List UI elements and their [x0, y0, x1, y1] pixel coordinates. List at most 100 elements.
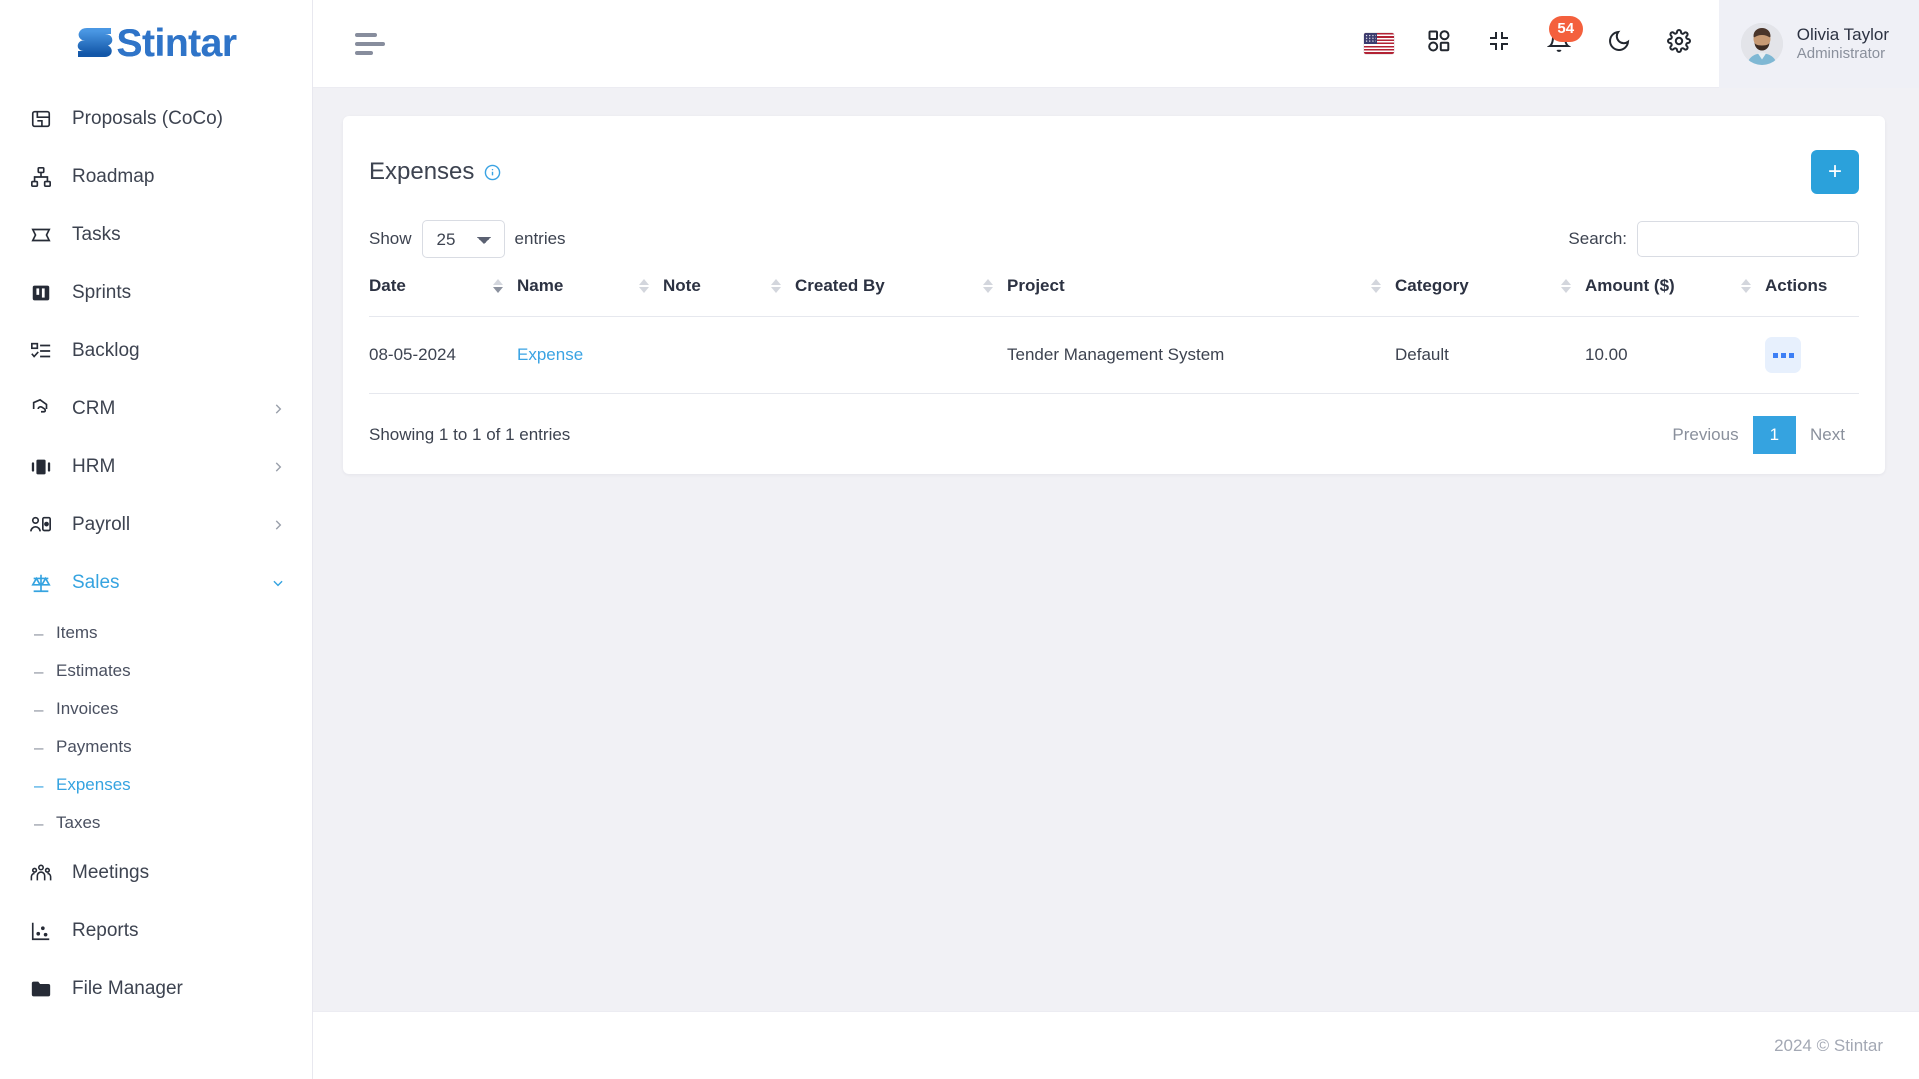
- top-navbar: 54 Olivia Taylor Administrator: [313, 0, 1919, 88]
- submenu-item-payments[interactable]: – Payments: [0, 728, 312, 766]
- submenu-item-label: Payments: [56, 737, 132, 756]
- submenu-item-label: Invoices: [56, 699, 119, 718]
- dash-bullet-icon: –: [34, 775, 44, 795]
- tasks-icon: [28, 222, 54, 248]
- column-label: Actions: [1765, 276, 1828, 296]
- page-footer: 2024 © Stintar: [313, 1011, 1919, 1079]
- user-role: Administrator: [1796, 44, 1886, 62]
- sidebar: Stintar Proposals (CoCo) Roadmap Tasks S…: [0, 0, 313, 1079]
- pagination: Previous 1 Next: [1658, 416, 1859, 455]
- column-header-note[interactable]: Note: [663, 276, 795, 318]
- sidebar-item-sales[interactable]: Sales: [0, 554, 312, 612]
- submenu-item-invoices[interactable]: – Invoices: [0, 690, 312, 728]
- sidebar-item-reports[interactable]: Reports: [0, 902, 312, 960]
- sidebar-item-file-manager[interactable]: File Manager: [0, 960, 312, 1018]
- column-header-category[interactable]: Category: [1395, 276, 1585, 318]
- cell-amount: 10.00: [1585, 316, 1765, 395]
- backlog-icon: [28, 338, 54, 364]
- cell-actions: [1765, 316, 1859, 395]
- submenu-item-expenses[interactable]: – Expenses: [0, 766, 312, 804]
- reports-icon: [28, 918, 54, 944]
- copyright-text: 2024 © Stintar: [1774, 1035, 1883, 1055]
- theme-toggle[interactable]: [1589, 14, 1649, 74]
- column-header-amount[interactable]: Amount ($): [1585, 276, 1765, 318]
- pagination-previous[interactable]: Previous: [1658, 416, 1752, 454]
- column-header-date[interactable]: Date: [369, 276, 517, 318]
- pagination-page-1[interactable]: 1: [1752, 416, 1797, 455]
- table-header-row: Date Name Note Created By Project Catego…: [369, 276, 1859, 318]
- card-header: Expenses +: [343, 116, 1885, 212]
- sidebar-item-tasks[interactable]: Tasks: [0, 206, 312, 264]
- sidebar-item-hrm[interactable]: HRM: [0, 438, 312, 496]
- moon-icon: [1607, 29, 1631, 58]
- hamburger-icon[interactable]: [355, 31, 389, 57]
- page-title-text: Expenses: [369, 158, 475, 186]
- sidebar-item-meetings[interactable]: Meetings: [0, 844, 312, 902]
- show-label: Show: [369, 229, 412, 249]
- add-expense-button[interactable]: +: [1811, 150, 1859, 195]
- table-head: Date Name Note Created By Project Catego…: [369, 276, 1859, 318]
- chevron-right-icon: [270, 401, 286, 417]
- column-header-created-by[interactable]: Created By: [795, 276, 1007, 318]
- column-header-name[interactable]: Name: [517, 276, 663, 318]
- pagination-next[interactable]: Next: [1796, 416, 1859, 454]
- sprints-icon: [28, 280, 54, 306]
- apps-button[interactable]: [1409, 14, 1469, 74]
- sidebar-item-label: Reports: [72, 920, 139, 941]
- submenu-item-label: Estimates: [56, 661, 131, 680]
- column-label: Created By: [795, 276, 885, 296]
- sort-arrows-icon: [1371, 276, 1381, 296]
- submenu-item-taxes[interactable]: – Taxes: [0, 804, 312, 842]
- settings-button[interactable]: [1649, 14, 1709, 74]
- sidebar-nav: Proposals (CoCo) Roadmap Tasks Sprints B…: [0, 88, 312, 1018]
- row-actions-button[interactable]: [1765, 337, 1801, 374]
- search-input[interactable]: [1637, 221, 1859, 258]
- notifications-button[interactable]: 54: [1529, 14, 1589, 74]
- fullscreen-toggle[interactable]: [1469, 14, 1529, 74]
- table-search: Search:: [1568, 221, 1859, 258]
- submenu-item-items[interactable]: – Items: [0, 614, 312, 652]
- cell-created-by: [795, 316, 1007, 395]
- sidebar-item-backlog[interactable]: Backlog: [0, 322, 312, 380]
- sidebar-item-roadmap[interactable]: Roadmap: [0, 148, 312, 206]
- sidebar-item-label: CRM: [72, 398, 116, 419]
- user-profile-menu[interactable]: Olivia Taylor Administrator: [1718, 0, 1919, 88]
- entries-per-page-select[interactable]: 10 25 50 100: [421, 220, 505, 259]
- sort-arrows-icon: [493, 276, 503, 296]
- chevron-right-icon: [270, 459, 286, 475]
- stintar-s-mark-icon: [75, 23, 115, 65]
- table-row: 08-05-2024 Expense Tender Management Sys…: [369, 316, 1859, 395]
- submenu-item-label: Taxes: [56, 813, 101, 832]
- sidebar-item-label: File Manager: [72, 978, 183, 999]
- page-title: Expenses: [369, 158, 501, 186]
- table-body: 08-05-2024 Expense Tender Management Sys…: [369, 316, 1859, 395]
- expense-name-link[interactable]: Expense: [517, 345, 583, 364]
- column-label: Amount ($): [1585, 276, 1675, 296]
- submenu-item-estimates[interactable]: – Estimates: [0, 652, 312, 690]
- payroll-icon: [28, 512, 54, 538]
- language-selector[interactable]: [1349, 14, 1409, 74]
- sidebar-item-crm[interactable]: CRM: [0, 380, 312, 438]
- dash-bullet-icon: –: [34, 737, 44, 757]
- dash-bullet-icon: –: [34, 813, 44, 833]
- sort-arrows-icon: [1741, 276, 1751, 296]
- sidebar-item-payroll[interactable]: Payroll: [0, 496, 312, 554]
- avatar: [1740, 22, 1783, 65]
- table-footer: Showing 1 to 1 of 1 entries Previous 1 N…: [343, 394, 1885, 456]
- sort-arrows-icon: [1561, 276, 1571, 296]
- show-entries-control: Show 10 25 50 100 entries: [369, 220, 566, 259]
- sidebar-item-label: Roadmap: [72, 166, 155, 187]
- expenses-card: Expenses + Show 10 25: [343, 116, 1885, 475]
- sidebar-item-label: Proposals (CoCo): [72, 108, 223, 129]
- crm-icon: [28, 396, 54, 422]
- sidebar-item-label: Backlog: [72, 340, 140, 361]
- sidebar-item-label: Sales: [72, 572, 120, 593]
- topbar-icons: 54 Olivia Taylor Administrator: [1349, 0, 1919, 88]
- folder-icon: [28, 976, 54, 1002]
- info-circle-icon[interactable]: [484, 164, 501, 181]
- brand-logo[interactable]: Stintar: [0, 0, 312, 88]
- sidebar-item-sprints[interactable]: Sprints: [0, 264, 312, 322]
- sidebar-item-proposals[interactable]: Proposals (CoCo): [0, 90, 312, 148]
- sidebar-item-label: Tasks: [72, 224, 121, 245]
- column-header-project[interactable]: Project: [1007, 276, 1395, 318]
